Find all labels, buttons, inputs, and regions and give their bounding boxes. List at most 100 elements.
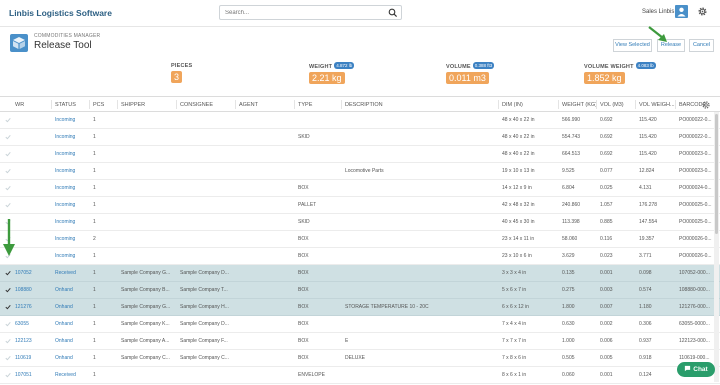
cell-status[interactable]: Onhand — [55, 287, 73, 293]
row-check-icon[interactable] — [5, 168, 11, 174]
column-header[interactable]: TYPE — [298, 102, 312, 108]
cell-weight: 6.804 — [562, 185, 575, 191]
cell-type: BOX — [298, 270, 309, 276]
cell-status[interactable]: Incoming — [55, 202, 75, 208]
cell-status[interactable]: Onhand — [55, 304, 73, 310]
cell-dim: 14 x 12 x 9 in — [502, 185, 532, 191]
table-row[interactable]: Incoming 1 BOX 23 x 10 x 6 in 3.629 0.023 3.77… — [0, 248, 720, 265]
column-header[interactable]: SHIPPER — [121, 102, 145, 108]
table-row[interactable]: 63055 Onhand 1 Sample Company K... Sample Co… — [0, 316, 720, 333]
module-section: COMMODITIES MANAGER — [34, 33, 101, 39]
column-header[interactable]: WEIGHT (KG) — [562, 102, 597, 108]
search-icon[interactable] — [388, 8, 398, 18]
cell-pcs: 1 — [93, 355, 96, 361]
column-header[interactable]: VOL WEIGH... — [639, 102, 675, 108]
cell-wr[interactable]: 107051 — [15, 372, 32, 378]
cell-volw: 1.180 — [639, 304, 652, 310]
cell-wr[interactable]: 108880 — [15, 287, 32, 293]
row-checkmark-icon[interactable] — [5, 304, 11, 310]
row-check-icon[interactable] — [5, 151, 11, 157]
cell-status[interactable]: Incoming — [55, 168, 75, 174]
table-row[interactable]: 121276 Onhand 1 Sample Company G... Sample C… — [0, 299, 720, 316]
column-header[interactable]: STATUS — [55, 102, 76, 108]
table-row[interactable]: 110619 Onhand 1 Sample Company C... Sample C… — [0, 350, 720, 367]
cell-status[interactable]: Onhand — [55, 355, 73, 361]
row-check-icon[interactable] — [5, 321, 11, 327]
cell-status[interactable]: Incoming — [55, 134, 75, 140]
cell-status[interactable]: Onhand — [55, 321, 73, 327]
cell-barcode: 107052-000... — [679, 270, 710, 276]
row-check-icon[interactable] — [5, 134, 11, 140]
row-check-icon[interactable] — [5, 372, 11, 378]
grid-scroll-thumb[interactable] — [715, 114, 718, 234]
search-box[interactable] — [219, 5, 402, 20]
cell-status[interactable]: Received — [55, 270, 76, 276]
cell-status[interactable]: Incoming — [55, 185, 75, 191]
cell-dim: 6 x 6 x 12 in — [502, 304, 529, 310]
grid-settings-gear-icon[interactable] — [701, 100, 711, 110]
stat-volume-weight-pill: 4.083 lb — [635, 62, 656, 69]
view-selected-button[interactable]: View Selected — [613, 39, 652, 52]
table-row[interactable]: Incoming 1 Locomotive Parts 19 x 10 x 13 in… — [0, 163, 720, 180]
table-row[interactable]: Incoming 1 BOX 14 x 12 x 9 in 6.804 0.025 4.13… — [0, 180, 720, 197]
row-check-icon[interactable] — [5, 185, 11, 191]
user-name[interactable]: Sales Linbis — [642, 9, 674, 15]
cell-weight: 113.398 — [562, 219, 580, 225]
cell-dim: 48 x 40 x 22 in — [502, 151, 535, 157]
cell-wr[interactable]: 122123 — [15, 338, 32, 344]
cell-wr[interactable]: 107052 — [15, 270, 32, 276]
user-avatar-icon[interactable] — [675, 5, 688, 18]
cell-barcode: 122123-000... — [679, 338, 710, 344]
cell-barcode: PO000023-0... — [679, 151, 712, 157]
annotation-arrow-icon — [3, 219, 15, 256]
table-row[interactable]: 108880 Onhand 1 Sample Company B... Sample C… — [0, 282, 720, 299]
column-header[interactable]: WR — [15, 102, 24, 108]
row-check-icon[interactable] — [5, 338, 11, 344]
row-checkmark-icon[interactable] — [5, 287, 11, 293]
column-header[interactable]: AGENT — [239, 102, 258, 108]
app-brand[interactable]: Linbis Logistics Software — [9, 8, 112, 18]
row-checkmark-icon[interactable] — [5, 270, 11, 276]
cell-type: BOX — [298, 338, 309, 344]
column-header[interactable]: PCS — [93, 102, 104, 108]
table-row[interactable]: 107052 Received 1 Sample Company G... Sample… — [0, 265, 720, 282]
cell-status[interactable]: Incoming — [55, 253, 75, 259]
row-check-icon[interactable] — [5, 117, 11, 123]
table-row[interactable]: Incoming 1 48 x 40 x 22 in 566.990 0.692 115.… — [0, 112, 720, 129]
cell-status[interactable]: Received — [55, 372, 76, 378]
table-row[interactable]: 107051 Received 1 ENVELOPE 8 x 6 x 1 in 0.060… — [0, 367, 720, 384]
cell-wr[interactable]: 63055 — [15, 321, 29, 327]
cell-wr[interactable]: 121276 — [15, 304, 32, 310]
chat-button[interactable]: Chat — [677, 362, 715, 377]
gear-icon[interactable] — [697, 6, 708, 17]
cell-consignee: Sample Company H... — [180, 304, 229, 310]
table-row[interactable]: 122123 Onhand 1 Sample Company A... Sample C… — [0, 333, 720, 350]
cell-status[interactable]: Incoming — [55, 236, 75, 242]
cell-wr[interactable]: 110619 — [15, 355, 31, 361]
table-row[interactable]: Incoming 2 BOX 23 x 14 x 11 in 58.060 0.116 19… — [0, 231, 720, 248]
chat-label: Chat — [693, 366, 708, 373]
table-row[interactable]: Incoming 1 PALLET 42 x 48 x 32 in 240.860 1.0… — [0, 197, 720, 214]
cell-type: BOX — [298, 287, 309, 293]
row-check-icon[interactable] — [5, 355, 11, 361]
cell-status[interactable]: Onhand — [55, 338, 73, 344]
cell-weight: 240.860 — [562, 202, 581, 208]
table-row[interactable]: Incoming 1 48 x 40 x 22 in 664.513 0.692 115.… — [0, 146, 720, 163]
cell-status[interactable]: Incoming — [55, 117, 75, 123]
cell-vol: 0.005 — [600, 355, 613, 361]
cancel-button[interactable]: Cancel — [689, 39, 714, 52]
column-header[interactable]: DESCRIPTION — [345, 102, 383, 108]
search-input[interactable] — [220, 6, 380, 19]
cell-consignee: Sample Company D... — [180, 270, 229, 276]
cell-status[interactable]: Incoming — [55, 219, 75, 225]
column-header[interactable]: CONSIGNEE — [180, 102, 213, 108]
column-header[interactable]: DIM (IN) — [502, 102, 523, 108]
table-row[interactable]: Incoming 1 SKID 40 x 45 x 30 in 113.398 0.885… — [0, 214, 720, 231]
table-row[interactable]: Incoming 1 SKID 48 x 40 x 22 in 554.743 0.692… — [0, 129, 720, 146]
row-check-icon[interactable] — [5, 202, 11, 208]
column-header[interactable]: VOL (M3) — [600, 102, 624, 108]
cell-status[interactable]: Incoming — [55, 151, 75, 157]
cell-barcode: PO000025-0... — [679, 219, 712, 225]
cell-vol: 0.007 — [600, 304, 613, 310]
top-bar: Linbis Logistics Software Sales Linbis — [0, 0, 720, 27]
